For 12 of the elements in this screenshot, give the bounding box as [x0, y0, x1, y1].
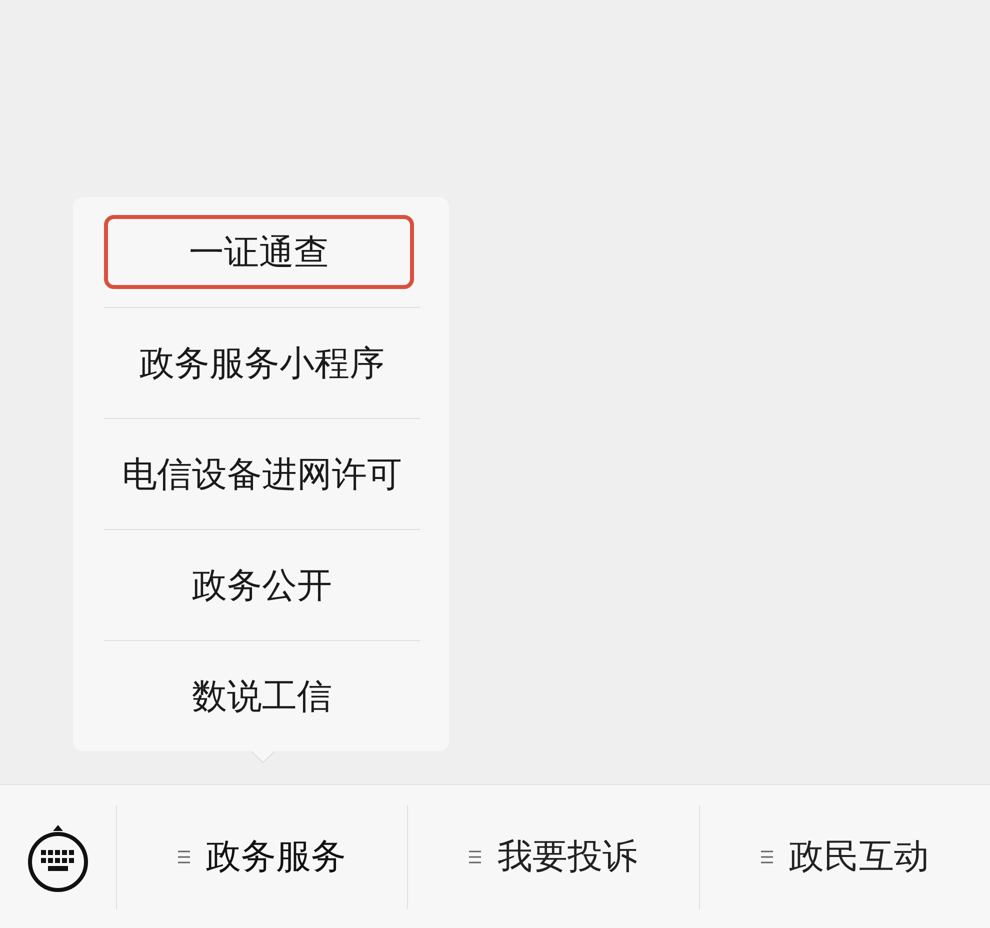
menu-icon — [178, 850, 190, 864]
tab-label: 政务服务 — [206, 836, 346, 879]
menu-item[interactable]: 电信设备进网许可 — [104, 419, 420, 529]
menu-tab[interactable]: 政务服务 — [116, 804, 408, 908]
menu-item[interactable]: 一证通查 — [104, 215, 414, 289]
tab-label: 政民互动 — [788, 836, 929, 879]
menu-icon — [760, 850, 773, 864]
tab-label: 我要投诉 — [497, 836, 638, 879]
menu-item[interactable]: 政务公开 — [104, 530, 420, 640]
menu-item[interactable]: 数说工信 — [104, 641, 420, 751]
menu-icon — [469, 850, 482, 864]
menu-item[interactable]: 政务服务小程序 — [104, 308, 420, 418]
